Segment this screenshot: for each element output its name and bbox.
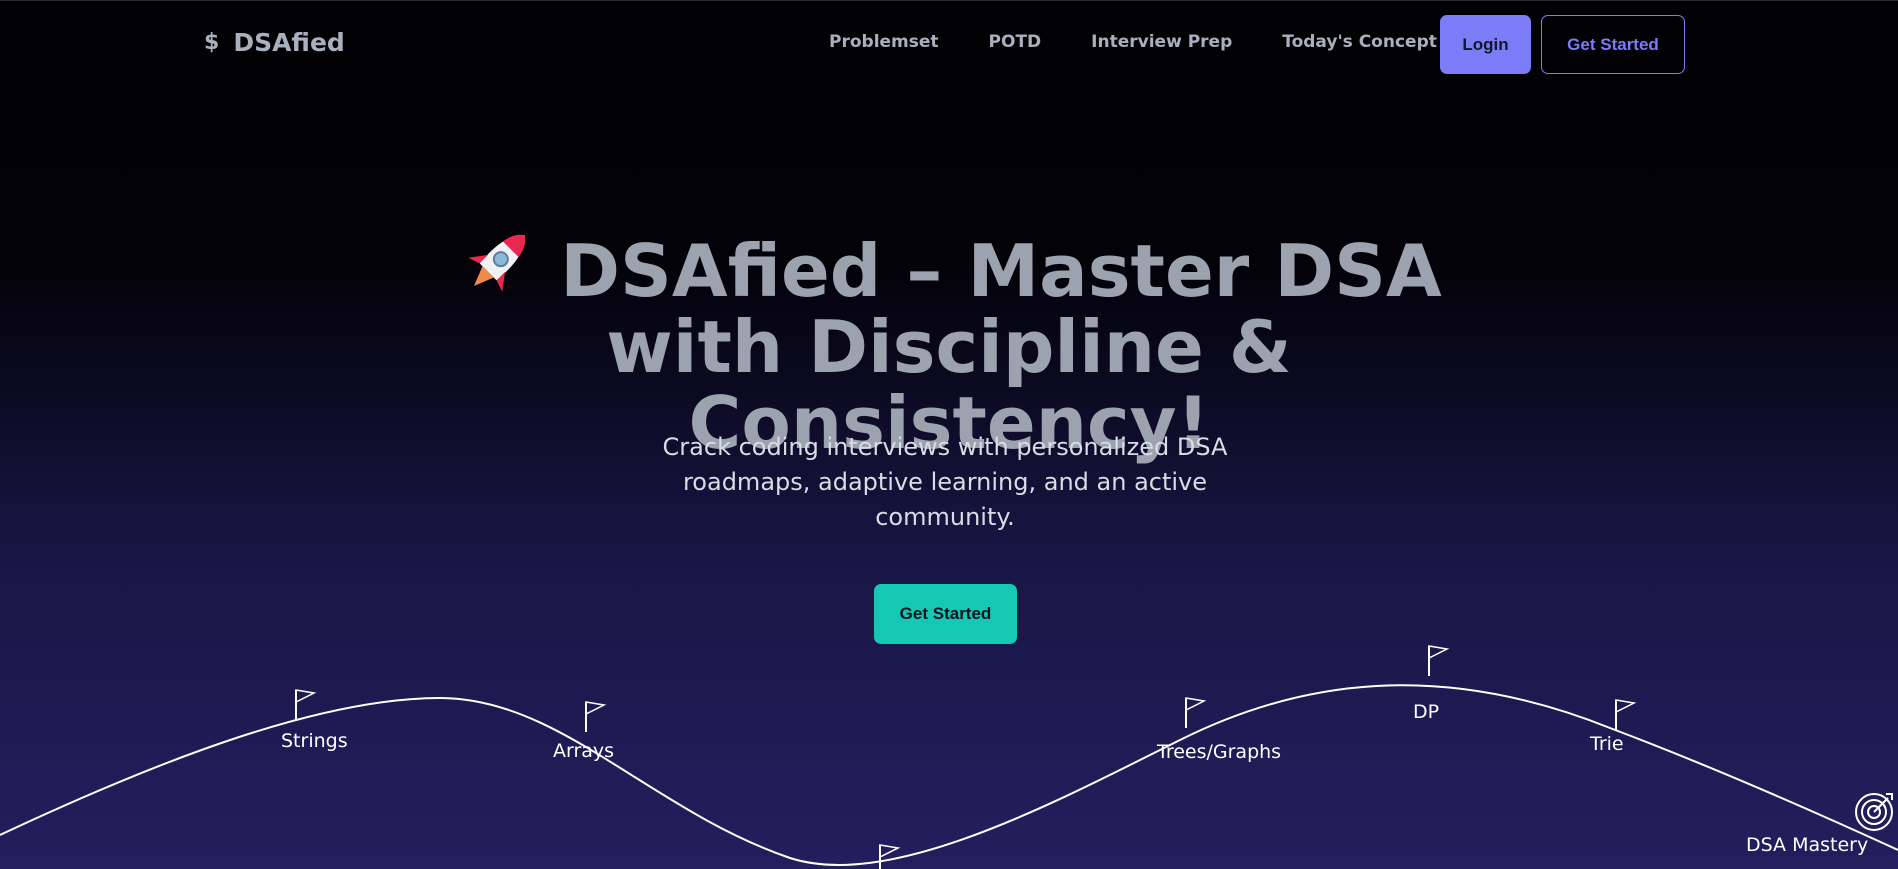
milestone-label-dp: DP xyxy=(1413,701,1439,723)
milestone-flag-arrays xyxy=(585,701,607,732)
rocket-icon xyxy=(468,234,526,292)
login-button[interactable]: Login xyxy=(1440,15,1531,74)
milestone-label-trie: Trie xyxy=(1589,733,1624,755)
roadmap-path: Strings Arrays Trees/Graphs DP Trie DSA … xyxy=(0,645,1898,869)
nav-link-interview-prep[interactable]: Interview Prep xyxy=(1091,32,1232,52)
navbar: $ DSAfied Problemset POTD Interview Prep… xyxy=(0,0,1898,90)
milestone-flag-trees-graphs xyxy=(1185,697,1207,728)
nav-link-potd[interactable]: POTD xyxy=(989,32,1042,52)
milestone-flag-valley xyxy=(879,844,901,869)
roadmap-curve xyxy=(0,684,1898,866)
target-icon xyxy=(1855,793,1893,831)
hero-get-started-button[interactable]: Get Started xyxy=(874,584,1017,644)
nav-link-problemset[interactable]: Problemset xyxy=(829,32,939,52)
logo-text: DSAfied xyxy=(233,28,345,57)
goal-label: DSA Mastery xyxy=(1746,834,1868,856)
milestone-flag-dp xyxy=(1428,645,1450,676)
milestone-label-arrays: Arrays xyxy=(553,740,614,762)
nav-get-started-button[interactable]: Get Started xyxy=(1541,15,1685,74)
dollar-icon: $ xyxy=(204,30,220,55)
milestone-label-trees-graphs: Trees/Graphs xyxy=(1156,741,1281,763)
logo[interactable]: $ DSAfied xyxy=(204,28,345,57)
milestone-label-strings: Strings xyxy=(281,730,348,752)
milestone-flag-trie xyxy=(1615,699,1637,730)
nav-links: Problemset POTD Interview Prep Today's C… xyxy=(829,32,1487,52)
hero-subtitle: Crack coding interviews with personalize… xyxy=(662,433,1228,531)
hero-title: DSAfied – Master DSA with Discipline & C… xyxy=(360,222,1538,461)
nav-link-todays-concept[interactable]: Today's Concept xyxy=(1282,32,1437,52)
